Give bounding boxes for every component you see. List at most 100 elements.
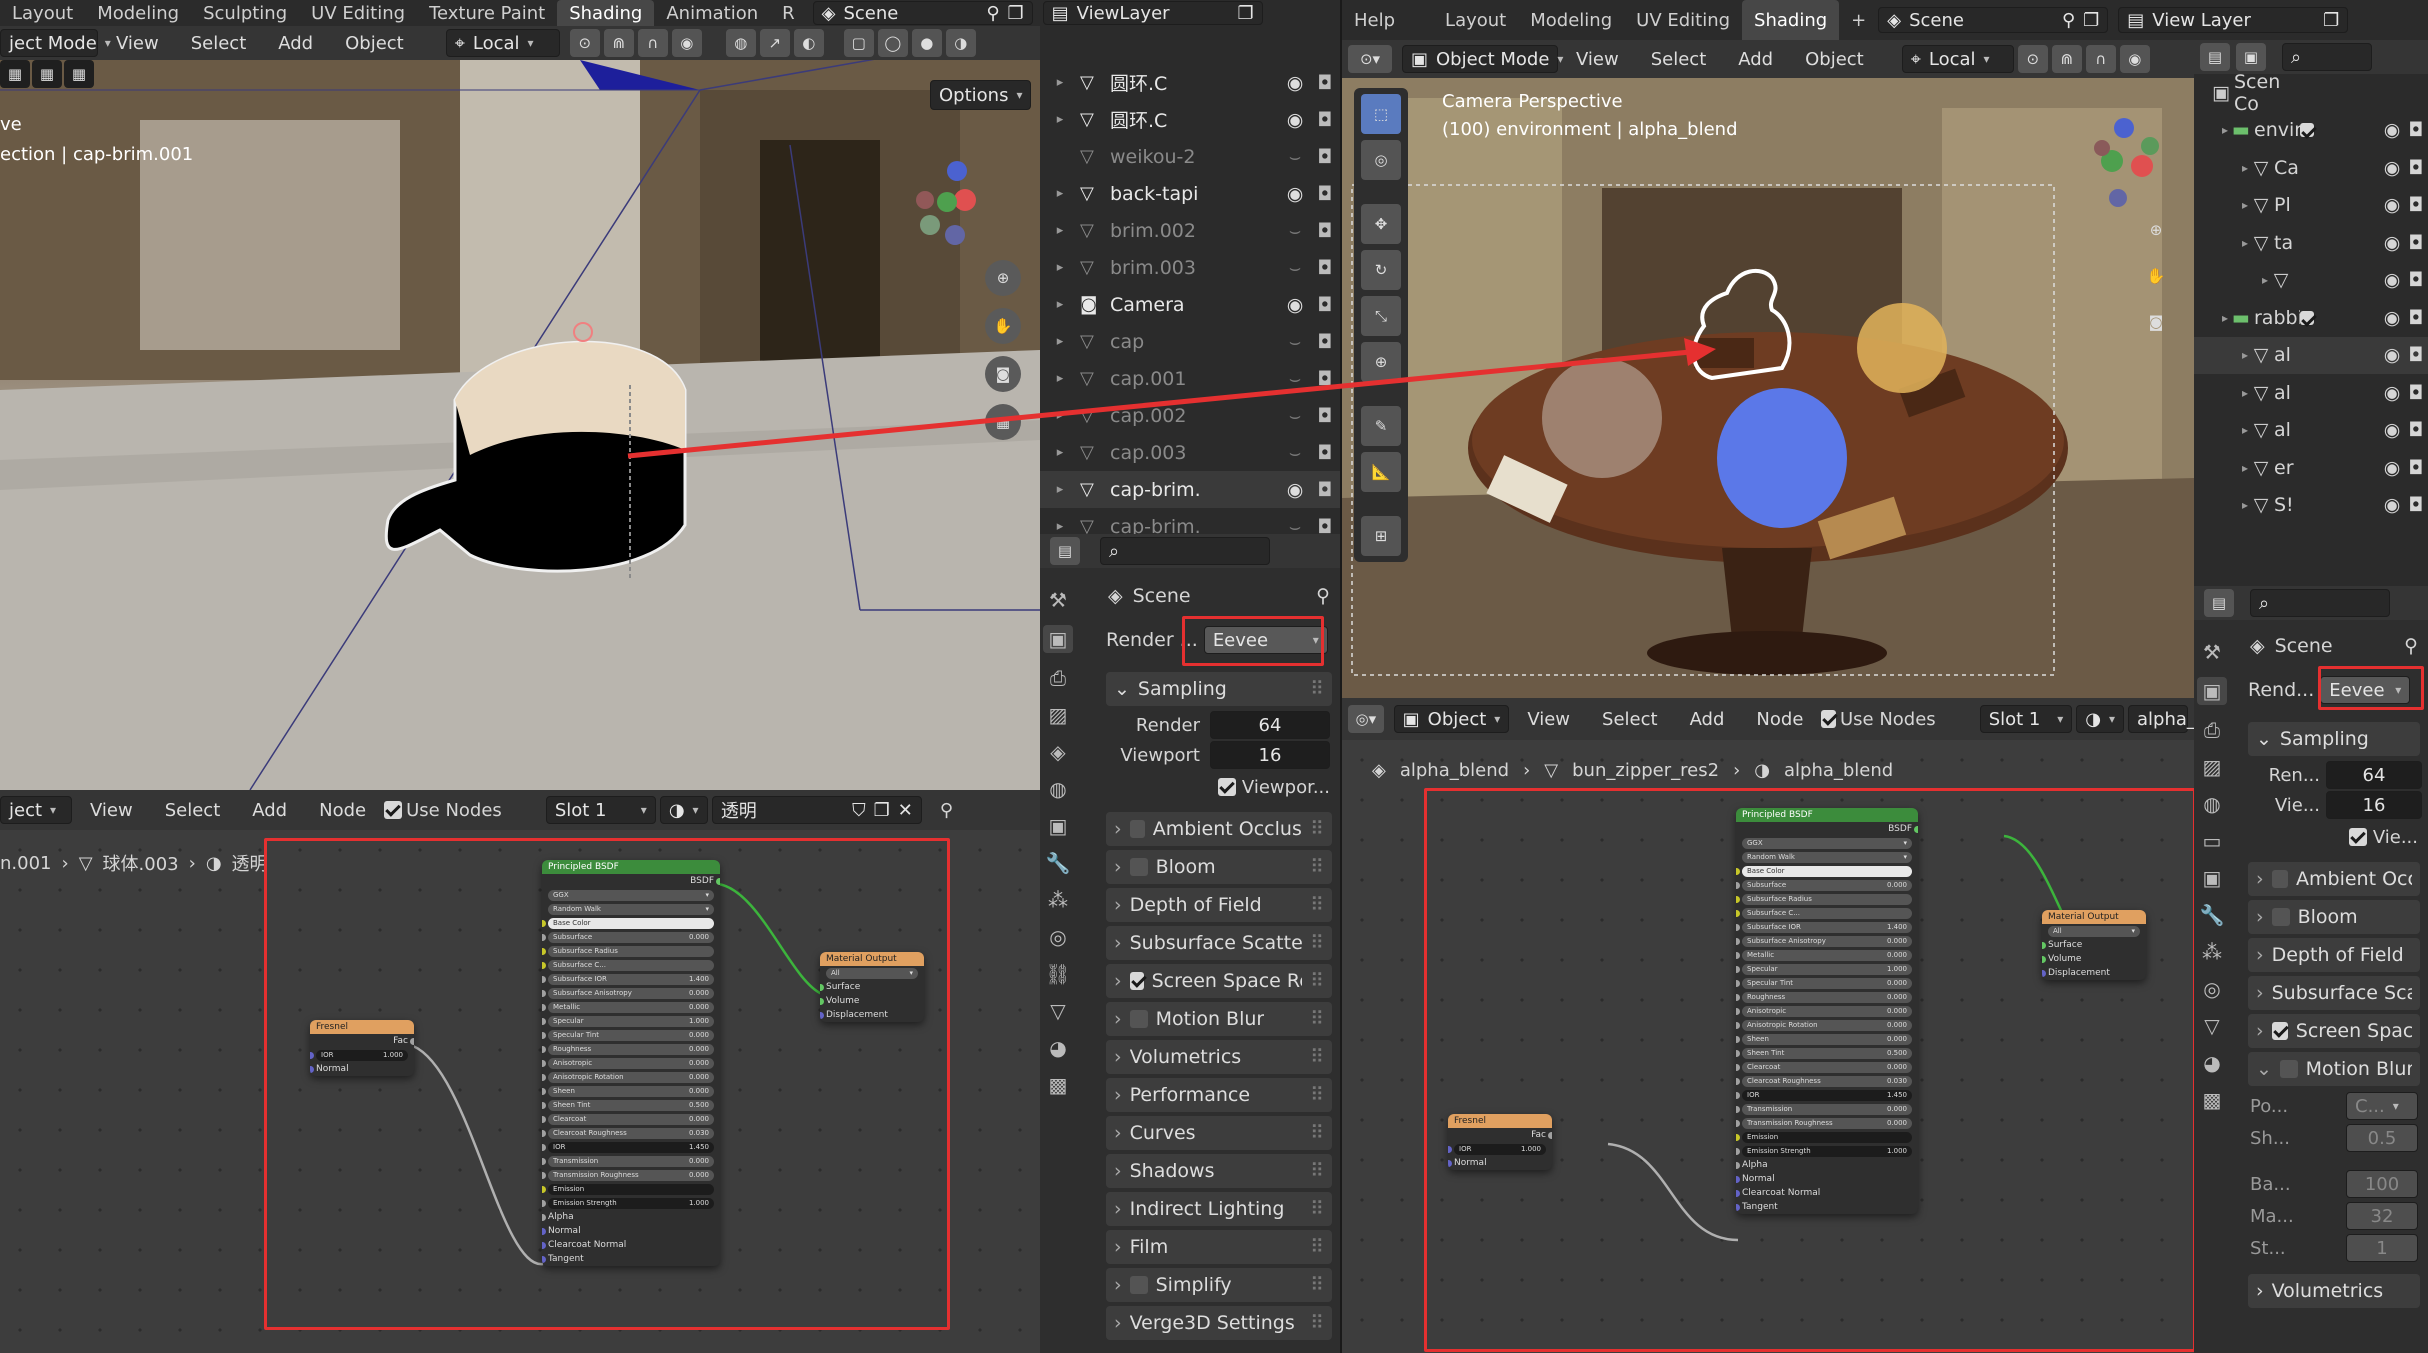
outliner-item[interactable]: ▸ ▽ ta ◉ ◘ <box>2194 224 2428 262</box>
expand-arrow-icon[interactable]: ▸ <box>1040 223 1080 238</box>
bsdf-input-row[interactable]: Tangent <box>542 1252 720 1266</box>
eye-icon[interactable]: ◉ <box>1280 294 1310 316</box>
mode-selector[interactable]: ▣ Object Mode ▾ <box>1402 45 1563 73</box>
menu-object[interactable]: Object <box>331 33 418 54</box>
render-camera-icon[interactable]: ◘ <box>1310 405 1340 427</box>
render-camera-icon[interactable]: ◘ <box>1310 442 1340 464</box>
bsdf-input-row[interactable]: Alpha <box>542 1210 720 1224</box>
panel-toggle-checkbox[interactable] <box>2279 1060 2298 1078</box>
bsdf-input-row[interactable]: Metallic 0.000 <box>542 1000 720 1014</box>
viewport-denoise-checkbox[interactable] <box>1217 778 1236 796</box>
scene-selector[interactable]: ◈ Scene ⚲ ❐ <box>812 1 1033 25</box>
drag-handle-icon[interactable]: ⠿ <box>1310 1312 1324 1334</box>
panel-collapsed[interactable]: › Depth of Field ⠿ <box>1106 888 1332 922</box>
menu-select[interactable]: Select <box>1637 49 1721 70</box>
drag-handle-icon[interactable]: ⠿ <box>1310 1160 1324 1182</box>
bsdf-input-row[interactable]: Alpha <box>1736 1158 1918 1172</box>
expand-arrow-icon[interactable]: ▸ <box>1040 260 1080 275</box>
panel-collapsed[interactable]: ›Screen Space Reflec⠿ <box>1106 964 1332 998</box>
panel-toggle-checkbox[interactable] <box>1129 1276 1148 1294</box>
render-camera-icon[interactable]: ◘ <box>1310 183 1340 205</box>
copy-icon[interactable]: ❐ <box>2323 10 2339 31</box>
expand-arrow-icon[interactable]: ▸ <box>1040 334 1080 349</box>
fresnel-node[interactable]: Fresnel Fac IOR 1.000 Normal <box>1448 1114 1552 1170</box>
outliner-item[interactable]: ▸ ▽ S! ◉ ◘ <box>2194 487 2428 525</box>
bsdf-input-row[interactable]: Subsurface C... <box>1736 906 1918 920</box>
expand-arrow-icon[interactable]: ▸ <box>1040 371 1080 386</box>
drag-handle-icon[interactable]: ⠿ <box>1310 1198 1324 1220</box>
use-nodes-checkbox[interactable] <box>384 801 403 819</box>
menu-add[interactable]: Add <box>1724 49 1787 70</box>
drag-handle-icon[interactable]: ⠿ <box>1310 1046 1324 1068</box>
material-icon[interactable]: ◕ <box>2203 1051 2220 1075</box>
principled-bsdf-node-left[interactable]: Principled BSDF BSDF GGX ▾ Random Walk ▾ B… <box>542 860 720 1266</box>
eye-icon[interactable]: ◉ <box>2380 269 2404 291</box>
panel-collapsed[interactable]: › Volumetrics ⠿ <box>1106 1040 1332 1074</box>
panel-collapsed[interactable]: ›Subsurface Scattering⠿ <box>1106 926 1332 960</box>
tab-modeling[interactable]: Modeling <box>1518 0 1624 40</box>
outliner-item[interactable]: ▸ ▽ Ca ◉ ◘ <box>2194 149 2428 187</box>
bsdf-input-row[interactable]: Subsurface IOR 1.400 <box>1736 920 1918 934</box>
outliner-item[interactable]: ▸ ▽ Pl ◉ ◘ <box>2194 187 2428 225</box>
proportional-icon[interactable]: ◉ <box>2119 45 2150 73</box>
scene-icon[interactable]: ◈ <box>1050 740 1065 764</box>
expand-arrow-icon[interactable]: ▸ <box>1040 519 1080 534</box>
pin-icon[interactable]: ⚲ <box>2062 10 2075 31</box>
expand-arrow-icon[interactable]: ▸ <box>2194 423 2248 437</box>
viewlayer-selector[interactable]: ▤ ViewLayer ❐ <box>1042 1 1263 25</box>
render-camera-icon[interactable]: ◘ <box>2404 382 2428 404</box>
panel-collapsed[interactable]: › Subsurface Scat <box>2248 976 2420 1010</box>
world-icon[interactable]: ◍ <box>1049 777 1066 801</box>
select-box-icon[interactable]: ▦ <box>0 60 30 88</box>
object-icon[interactable]: ▣ <box>1049 814 1068 838</box>
object-type-selector[interactable]: ject ▾ <box>0 796 72 824</box>
physics-icon[interactable]: ◎ <box>1049 925 1066 949</box>
panel-collapsed[interactable]: › Verge3D Settings ⠿ <box>1106 1306 1332 1340</box>
bsdf-input-row[interactable]: Clearcoat Normal <box>1736 1186 1918 1200</box>
camera-icon[interactable]: ◙ <box>985 356 1021 392</box>
bsdf-input-row[interactable]: Clearcoat Normal <box>542 1238 720 1252</box>
menu-select[interactable]: Select <box>1588 709 1672 730</box>
bsdf-input-row[interactable]: Roughness 0.000 <box>542 1042 720 1056</box>
right-node-editor[interactable]: ◈ alpha_blend › ▽ bun_zipper_res2 › ◑ alpha_b… <box>1342 740 2196 1353</box>
scene-selector[interactable]: ◈ Scene ⚲ ❐ <box>1878 7 2109 33</box>
panel-collapsed[interactable]: › Performance ⠿ <box>1106 1078 1332 1112</box>
outliner-item[interactable]: ▸ ▽ al ◉ ◘ <box>2194 412 2428 450</box>
add-cube-tool-icon[interactable]: ⊞ <box>1361 516 1401 556</box>
render-camera-icon[interactable]: ◘ <box>2404 119 2428 141</box>
outliner-item[interactable]: ▸ ▽ cap.001 ⌣ ◘ <box>1040 360 1340 397</box>
panel-toggle-checkbox[interactable] <box>2271 908 2290 926</box>
bsdf-input-row[interactable]: Anisotropic Rotation 0.000 <box>542 1070 720 1084</box>
bsdf-input-row[interactable]: Specular Tint 0.000 <box>542 1028 720 1042</box>
editor-type-icon[interactable]: ▤ <box>2200 43 2230 71</box>
copy-icon[interactable]: ❐ <box>1008 3 1024 24</box>
bsdf-input-row[interactable]: IOR 1.450 <box>542 1140 720 1154</box>
outliner-item[interactable]: ▸ ▽ brim.003 ⌣ ◘ <box>1040 249 1340 286</box>
render-camera-icon[interactable]: ◘ <box>2404 232 2428 254</box>
pivot-icon[interactable]: ⊙ <box>2017 45 2048 73</box>
pin-icon[interactable]: ⚲ <box>986 3 999 24</box>
tab-modeling[interactable]: Modeling <box>85 0 191 26</box>
options-button[interactable]: Options ▾ <box>930 80 1032 110</box>
gizmo-icon[interactable]: ↗ <box>759 29 790 57</box>
shield-icon[interactable]: ⛉ <box>852 800 866 821</box>
drag-handle-icon[interactable]: ⠿ <box>1310 1236 1324 1258</box>
eye-icon[interactable]: ◉ <box>2380 382 2404 404</box>
drag-handle-icon[interactable]: ⠿ <box>1310 1084 1324 1106</box>
render-camera-icon[interactable]: ◘ <box>1310 72 1340 94</box>
bsdf-input-row[interactable]: Base Color <box>542 916 720 930</box>
move-tool-icon[interactable]: ✥ <box>1361 204 1401 244</box>
menu-select[interactable]: Select <box>151 800 235 821</box>
outliner-item[interactable]: ▸ ▽ cap-brim. ⌣ ◘ <box>1040 508 1340 535</box>
tab-layout[interactable]: Layout <box>1433 0 1518 40</box>
tab-uv-editing[interactable]: UV Editing <box>1624 0 1742 40</box>
drag-handle-icon[interactable]: ⠿ <box>1310 1008 1324 1030</box>
right-outliner[interactable]: ▤▣ ⌕ ▣Scene Co▸▬envir◉◘▸▽Ca◉◘▸▽Pl◉◘▸▽ta◉… <box>2194 40 2428 586</box>
bsdf-input-row[interactable]: Specular 1.000 <box>1736 962 1918 976</box>
render-camera-icon[interactable]: ◘ <box>1310 294 1340 316</box>
outliner-item[interactable]: ▸ ▽ ◉ ◘ <box>2194 262 2428 300</box>
eye-icon[interactable]: ⌣ <box>1280 146 1310 168</box>
render-icon[interactable]: ▣ <box>1042 625 1074 653</box>
viewport-samples-field[interactable]: 16 <box>1210 741 1330 769</box>
scale-tool-icon[interactable]: ⤡ <box>1361 296 1401 336</box>
